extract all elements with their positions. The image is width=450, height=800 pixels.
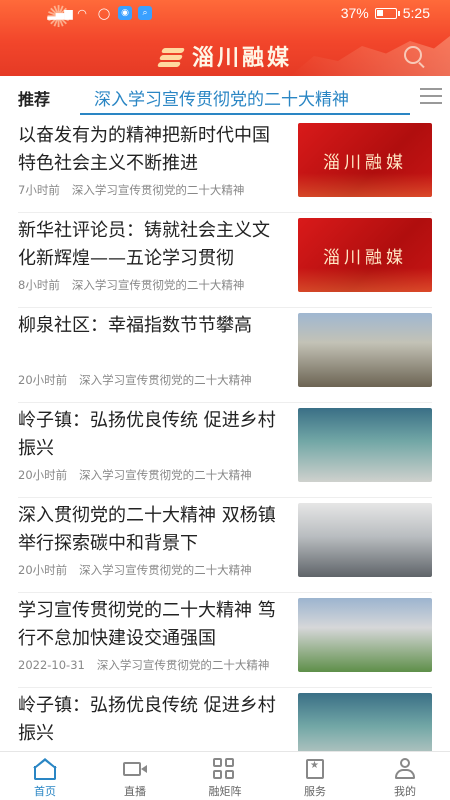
news-meta: 20小时前 深入学习宣传贯彻党的二十大精神: [18, 467, 286, 483]
news-meta: 8小时前 深入学习宣传贯彻党的二十大精神: [18, 277, 286, 293]
news-thumbnail[interactable]: [298, 503, 432, 577]
news-thumbnail[interactable]: [298, 598, 432, 672]
news-title: 岭子镇：弘扬优良传统 促进乡村振兴: [18, 695, 276, 744]
channel-tabs: 推荐 深入学习宣传贯彻党的二十大精神: [0, 76, 450, 116]
nav-mine[interactable]: 我的: [360, 752, 450, 800]
nav-label: 首页: [34, 785, 56, 798]
news-channel: 深入学习宣传贯彻党的二十大精神: [96, 658, 270, 672]
message-icon: ◯: [97, 6, 111, 20]
news-title: 岭子镇：弘扬优良传统 促进乡村振兴: [18, 410, 276, 459]
channel-menu-icon[interactable]: [420, 88, 442, 104]
news-meta: 2022-10-31 深入学习宣传贯彻党的二十大精神: [18, 657, 286, 673]
service-star-icon: [303, 758, 327, 780]
app-notification-icon: ◉: [118, 6, 132, 20]
nav-matrix[interactable]: 融矩阵: [180, 752, 270, 800]
status-icons-left: ▂▄▆ ◠ ◯ ◉ ⌕: [47, 6, 152, 20]
video-camera-icon: [123, 758, 147, 780]
news-time: 8小时前: [18, 278, 60, 292]
news-time: 20小时前: [18, 468, 68, 482]
signal-icon: ▂▄▆: [47, 6, 73, 20]
wifi-icon: ◠: [77, 6, 87, 20]
news-item[interactable]: 柳泉社区：幸福指数节节攀高 20小时前 深入学习宣传贯彻党的二十大精神: [0, 308, 450, 403]
news-thumbnail[interactable]: 淄川融媒: [298, 123, 432, 197]
news-item[interactable]: 学习宣传贯彻党的二十大精神 笃行不怠加快建设交通强国 2022-10-31 深入学习…: [0, 593, 450, 688]
news-item[interactable]: 深入贯彻党的二十大精神 双杨镇举行探索碳中和背景下 20小时前 深入学习宣传贯彻党的…: [0, 498, 450, 593]
thumbnail-brand-text: 淄川融媒: [323, 152, 407, 173]
nav-home[interactable]: 首页: [0, 752, 90, 800]
search-app-icon: ⌕: [138, 6, 152, 20]
news-list: 以奋发有为的精神把新时代中国特色社会主义不断推进 7小时前 深入学习宣传贯彻党的二十…: [0, 118, 450, 783]
search-icon[interactable]: [404, 46, 422, 64]
nav-label: 我的: [394, 785, 416, 798]
battery-level: [376, 9, 383, 16]
news-time: 20小时前: [18, 563, 68, 577]
news-channel: 深入学习宣传贯彻党的二十大精神: [71, 278, 245, 292]
news-thumbnail[interactable]: [298, 313, 432, 387]
news-title: 深入贯彻党的二十大精神 双杨镇举行探索碳中和背景下: [18, 505, 276, 554]
nav-label: 服务: [304, 785, 326, 798]
news-time: 7小时前: [18, 183, 60, 197]
clock: 5:25: [402, 5, 430, 21]
thumbnail-brand-text: 淄川融媒: [323, 247, 407, 268]
news-meta: 20小时前 深入学习宣传贯彻党的二十大精神: [18, 562, 286, 578]
status-icons-right: 37% 5:25: [341, 5, 430, 21]
news-time: 20小时前: [18, 373, 68, 387]
news-item[interactable]: 岭子镇：弘扬优良传统 促进乡村振兴 20小时前 深入学习宣传贯彻党的二十大精神: [0, 403, 450, 498]
news-time: 2022-10-31: [18, 658, 85, 672]
news-title: 新华社评论员：铸就社会主义文化新辉煌——五论学习贯彻: [18, 220, 270, 269]
grid-icon: [213, 758, 237, 780]
logo-mark-icon: [156, 44, 186, 68]
news-title: 柳泉社区：幸福指数节节攀高: [18, 315, 252, 336]
news-meta: 7小时前 深入学习宣传贯彻党的二十大精神: [18, 182, 286, 198]
news-channel: 深入学习宣传贯彻党的二十大精神: [79, 563, 252, 577]
tab-active-channel[interactable]: 深入学习宣传贯彻党的二十大精神: [94, 85, 349, 110]
news-item[interactable]: 新华社评论员：铸就社会主义文化新辉煌——五论学习贯彻 8小时前 深入学习宣传贯彻党的…: [0, 213, 450, 308]
app-header: ✺ ▂▄▆ ◠ ◯ ◉ ⌕ 37% 5:25 淄川融媒: [0, 0, 450, 76]
app-logo: 淄川融媒: [156, 40, 293, 72]
news-thumbnail[interactable]: [298, 408, 432, 482]
news-channel: 深入学习宣传贯彻党的二十大精神: [71, 183, 245, 197]
battery-percent: 37%: [340, 5, 369, 21]
news-channel: 深入学习宣传贯彻党的二十大精神: [79, 373, 252, 387]
news-channel: 深入学习宣传贯彻党的二十大精神: [79, 468, 252, 482]
user-icon: [393, 758, 417, 780]
battery-icon: [374, 7, 400, 19]
nav-label: 直播: [124, 785, 146, 798]
news-title: 学习宣传贯彻党的二十大精神 笃行不怠加快建设交通强国: [18, 600, 276, 649]
status-bar: ▂▄▆ ◠ ◯ ◉ ⌕ 37% 5:25: [0, 0, 450, 28]
nav-live[interactable]: 直播: [90, 752, 180, 800]
news-title: 以奋发有为的精神把新时代中国特色社会主义不断推进: [18, 125, 270, 174]
tab-recommend[interactable]: 推荐: [18, 86, 50, 110]
news-item[interactable]: 以奋发有为的精神把新时代中国特色社会主义不断推进 7小时前 深入学习宣传贯彻党的二十…: [0, 118, 450, 213]
news-meta: 20小时前 深入学习宣传贯彻党的二十大精神: [18, 372, 286, 388]
news-thumbnail[interactable]: 淄川融媒: [298, 218, 432, 292]
nav-label: 融矩阵: [208, 785, 242, 798]
app-name: 淄川融媒: [192, 45, 293, 71]
bottom-navigation: 首页 直播 融矩阵 服务 我的: [0, 751, 450, 800]
nav-service[interactable]: 服务: [270, 752, 360, 800]
tab-active-indicator: [80, 113, 410, 115]
home-icon: [33, 758, 57, 780]
